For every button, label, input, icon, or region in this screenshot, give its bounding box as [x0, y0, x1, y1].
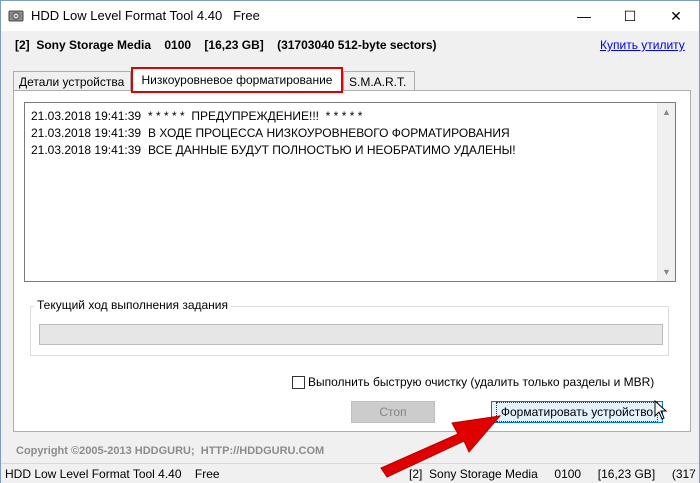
resize-grip-icon[interactable]: ⋰: [686, 468, 695, 479]
log-timestamp: 21.03.2018 19:41:39: [31, 126, 142, 140]
log-entry: 21.03.2018 19:41:39 ВСЕ ДАННЫЕ БУДУТ ПОЛН…: [31, 143, 516, 157]
status-bar: HDD Low Level Format Tool 4.40 Free [2] …: [1, 463, 699, 483]
window-title: HDD Low Level Format Tool 4.40 Free: [31, 8, 260, 23]
log-timestamp: 21.03.2018 19:41:39: [31, 109, 142, 123]
maximize-icon: ☐: [623, 7, 637, 24]
app-window: HDD Low Level Format Tool 4.40 Free — ☐ …: [0, 0, 700, 483]
tab-device-details[interactable]: Детали устройства: [13, 71, 131, 91]
tab-smart[interactable]: S.M.A.R.T.: [343, 71, 415, 91]
copyright-text: Copyright ©2005-2013 HDDGURU; HTTP://HDD…: [16, 445, 325, 457]
format-button-label: Форматировать устройство: [495, 402, 659, 422]
progress-label: Текущий ход выполнения задания: [34, 298, 231, 312]
format-device-button[interactable]: Форматировать устройство: [491, 401, 663, 423]
tab-low-level-format[interactable]: Низкоуровневое форматирование: [131, 67, 343, 93]
tab-label: Детали устройства: [19, 74, 125, 89]
mouse-cursor-icon: [654, 400, 668, 420]
tab-label: S.M.A.R.T.: [349, 74, 407, 89]
log-list[interactable]: 21.03.2018 19:41:39 * * * * * ПРЕДУПРЕЖДЕ…: [24, 102, 676, 282]
log-message: ВСЕ ДАННЫЕ БУДУТ ПОЛНОСТЬЮ И НЕОБРАТИМО …: [148, 143, 516, 157]
stop-button-label: Стоп: [379, 405, 407, 419]
scroll-down-icon[interactable]: ▼: [662, 267, 671, 277]
status-device: [2] Sony Storage Media 0100 [16,23 GB] (…: [409, 467, 696, 481]
scroll-up-icon[interactable]: ▲: [662, 107, 671, 117]
buy-utility-link[interactable]: Купить утилиту: [600, 38, 685, 52]
status-app-name: HDD Low Level Format Tool 4.40 Free: [5, 467, 220, 481]
device-summary: [2] Sony Storage Media 0100 [16,23 GB] (…: [15, 38, 437, 52]
log-message: В ХОДЕ ПРОЦЕССА НИЗКОУРОВНЕВОГО ФОРМАТИР…: [148, 126, 510, 140]
log-message: * * * * * ПРЕДУПРЕЖДЕНИЕ!!! * * * * *: [148, 109, 363, 123]
title-bar[interactable]: HDD Low Level Format Tool 4.40 Free — ☐ …: [1, 1, 699, 31]
maximize-button[interactable]: ☐: [607, 1, 653, 31]
close-button[interactable]: ✕: [653, 1, 699, 31]
quick-wipe-label[interactable]: Выполнить быструю очистку (удалить тольк…: [308, 375, 654, 389]
log-entry: 21.03.2018 19:41:39 В ХОДЕ ПРОЦЕССА НИЗКО…: [31, 126, 510, 140]
log-entry: 21.03.2018 19:41:39 * * * * * ПРЕДУПРЕЖДЕ…: [31, 109, 362, 123]
close-icon: ✕: [670, 7, 682, 24]
log-timestamp: 21.03.2018 19:41:39: [31, 143, 142, 157]
progress-bar: [39, 324, 663, 345]
quick-wipe-checkbox[interactable]: [292, 376, 305, 389]
hdd-app-icon: [8, 10, 24, 22]
log-scrollbar[interactable]: ▲ ▼: [657, 103, 675, 281]
minimize-icon: —: [577, 8, 591, 24]
tab-label: Низкоуровневое форматирование: [141, 73, 333, 87]
minimize-button[interactable]: —: [561, 1, 607, 31]
stop-button[interactable]: Стоп: [351, 401, 435, 423]
